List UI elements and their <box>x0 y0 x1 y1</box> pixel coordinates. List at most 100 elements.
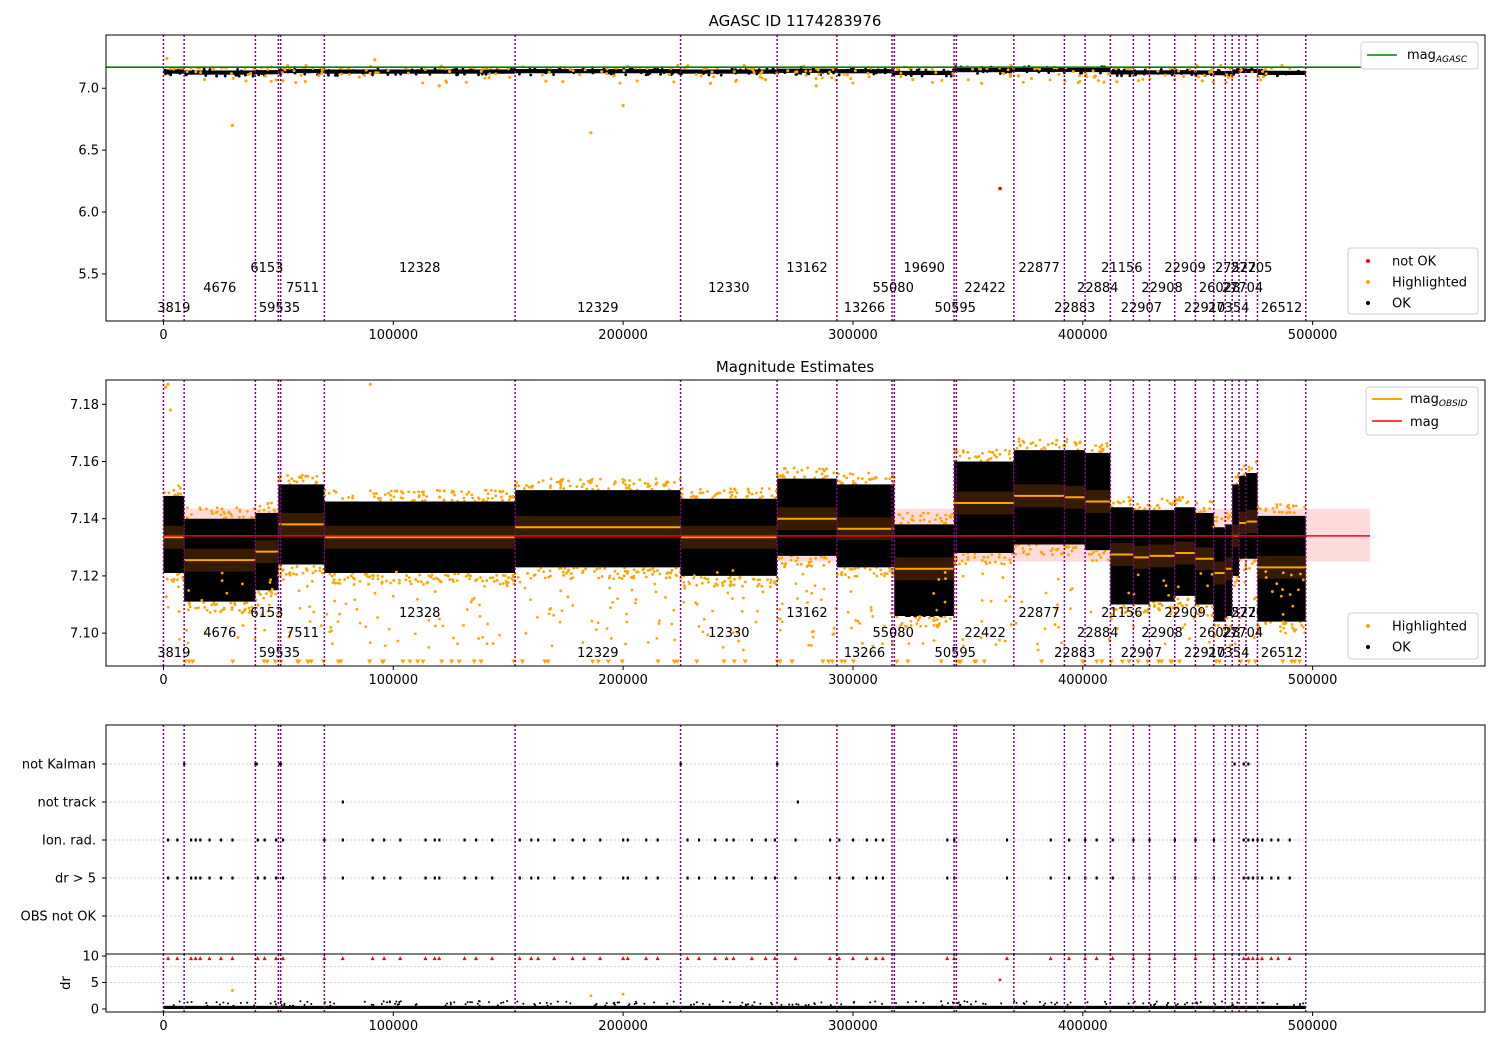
chart1-ok-point <box>234 73 238 77</box>
chart2-highlighted-point <box>722 489 726 493</box>
chart2-highlighted-point <box>779 474 782 478</box>
chart2-highlighted-point <box>701 491 705 495</box>
chart2-highlighted-point <box>1278 625 1282 629</box>
chart2-highlighted-point <box>796 563 799 566</box>
chart2-highlighted-point <box>820 472 824 476</box>
chart2-highlighted-point <box>422 493 426 497</box>
chart2-highlighted-point <box>943 600 947 604</box>
chart4-dr-point <box>273 1000 276 1003</box>
chart2-highlighted-point <box>769 581 772 584</box>
chart2-highlighted-point <box>848 472 852 475</box>
chart4-dr-point <box>232 1004 235 1007</box>
chart1-ok-point <box>1247 69 1251 73</box>
chart2-clipped-marker <box>367 659 373 664</box>
chart4-dr-point <box>966 1000 969 1003</box>
chart1-ok-point <box>909 74 913 77</box>
chart2-highlighted-point <box>507 576 510 580</box>
chart2-highlighted-point <box>1271 507 1275 510</box>
chart2-highlighted-point <box>297 589 301 593</box>
chart2-highlighted-point <box>558 620 562 624</box>
chart4-dr-point <box>471 1001 474 1004</box>
chart2-obsid-label: 22422 <box>964 626 1005 641</box>
chart1-ok-point <box>163 68 167 72</box>
chart2-highlighted-point <box>773 496 777 500</box>
chart2-clipped-marker <box>545 659 551 664</box>
chart2-highlighted-point <box>655 481 659 485</box>
chart1-highlighted-point <box>1048 78 1052 82</box>
chart2-highlighted-point <box>851 479 855 483</box>
chart2-highlighted-point <box>783 563 787 567</box>
chart2-highlighted-point <box>495 573 499 577</box>
chart2-highlighted-point <box>622 574 626 578</box>
chart4-ytick-label: 10 <box>82 950 99 965</box>
chart2-highlighted-point <box>265 592 268 595</box>
chart2-highlighted-point <box>1004 599 1008 603</box>
chart4-dr-point <box>946 1002 949 1005</box>
chart1-ok-point <box>747 71 751 75</box>
chart2-obsid-label: 3819 <box>157 646 190 661</box>
chart4-dr-point <box>227 1002 230 1005</box>
chart1-ok-point <box>415 69 419 72</box>
chart2-highlighted-point <box>653 582 657 586</box>
chart3-flag-marker <box>583 876 586 880</box>
chart2-highlighted-point <box>869 609 873 612</box>
chart4-xtick-label: 100000 <box>368 1019 418 1034</box>
chart3-flag-marker <box>190 838 193 842</box>
chart2-highlighted-point <box>805 589 809 593</box>
chart3-flag-marker <box>773 876 777 880</box>
chart2-highlighted-point <box>747 491 751 495</box>
chart2-highlighted-point <box>618 576 621 580</box>
chart1-highlighted-point <box>853 69 857 73</box>
chart2-highlighted-point <box>730 490 734 494</box>
chart4-ytick-label: 0 <box>91 1003 99 1018</box>
chart2-highlighted-point <box>1294 504 1298 508</box>
chart2-legend-swatch <box>1366 645 1370 649</box>
chart4-dr-point <box>804 1004 807 1007</box>
chart2-highlighted-point <box>532 574 536 577</box>
chart2-highlighted-point <box>501 582 505 585</box>
chart2-highlighted-point <box>634 598 638 601</box>
chart3-flag-marker <box>865 876 868 880</box>
chart2-highlighted-point <box>683 587 687 590</box>
chart2-highlighted-point <box>432 577 436 581</box>
chart4-xtick-label: 300000 <box>828 1019 878 1034</box>
chart2-highlighted-point <box>491 576 495 580</box>
chart2-highlighted-point <box>222 606 226 610</box>
chart3-flag-marker <box>1049 876 1052 880</box>
chart2-highlighted-point <box>1090 449 1094 452</box>
chart3-flag-marker <box>256 838 259 842</box>
chart1-ok-point <box>702 72 706 75</box>
chart2-clipped-marker <box>1039 659 1045 664</box>
chart3-flag-marker <box>167 838 170 842</box>
chart1-ok-point <box>1112 68 1115 72</box>
chart2-highlighted-point <box>446 573 450 577</box>
chart4-dr-high-marker <box>255 956 260 961</box>
chart2-highlighted-point <box>566 595 570 599</box>
chart2-highlighted-point <box>832 471 836 475</box>
chart2-highlighted-point <box>498 582 502 586</box>
chart4-dr-point <box>549 1002 552 1005</box>
chart1-obsid-label: 59535 <box>259 301 300 316</box>
chart1-ok-point <box>981 70 985 74</box>
chart2-highlighted-point <box>1015 446 1019 450</box>
chart2-highlighted-point <box>329 625 333 629</box>
chart2-highlighted-point <box>1163 642 1167 646</box>
chart1-highlighted-point <box>1029 76 1033 80</box>
chart2-highlighted-point <box>919 624 923 628</box>
chart1-highlighted-point <box>348 72 352 76</box>
chart2-highlighted-point <box>1250 562 1254 565</box>
chart4-dr-point <box>1302 1002 1305 1005</box>
chart2-highlighted-point <box>735 491 739 495</box>
chart1-ok-point <box>1115 74 1119 77</box>
chart2-highlighted-point <box>926 511 930 515</box>
chart4-dr-point <box>306 1000 309 1003</box>
chart2-highlighted-point <box>638 478 642 482</box>
chart1-ok-point <box>1190 73 1194 77</box>
chart2-highlighted-point <box>456 642 459 646</box>
chart4-dr-point <box>721 1000 724 1003</box>
chart3-flag-marker <box>256 876 259 880</box>
chart2-highlighted-point <box>1065 440 1068 444</box>
chart2-highlighted-point <box>179 492 183 496</box>
chart2-highlighted-point <box>1240 468 1244 471</box>
chart4-dr-high-marker <box>685 956 690 961</box>
